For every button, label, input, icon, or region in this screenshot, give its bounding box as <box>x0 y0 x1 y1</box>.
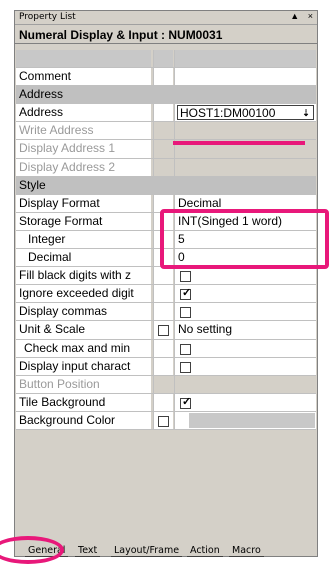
address-field[interactable]: HOST1:DM00100 ⇣ <box>177 105 314 121</box>
property-value[interactable] <box>174 267 316 285</box>
object-title: Numeral Display & Input : NUM0031 <box>19 28 223 42</box>
address-picker-icon[interactable]: ⇣ <box>300 107 312 119</box>
property-row: Write Address <box>16 122 316 141</box>
property-toggle-cell <box>153 140 173 158</box>
property-value[interactable]: ✓ <box>174 393 316 411</box>
property-value <box>174 122 316 140</box>
property-name: Display input charact <box>16 357 151 375</box>
property-name: Style <box>16 176 316 194</box>
pin-icon[interactable]: ▲ <box>290 11 299 21</box>
property-row[interactable]: Background Color <box>16 411 316 430</box>
tab-macro[interactable]: Macro <box>229 544 264 557</box>
property-list-panel: Property List ▲ × Numeral Display & Inpu… <box>14 10 318 557</box>
section-header: Style <box>16 176 316 195</box>
property-value[interactable] <box>174 339 316 357</box>
property-row[interactable]: Tile Background ✓ <box>16 393 316 412</box>
property-name: Write Address <box>16 122 151 140</box>
property-toggle-cell[interactable] <box>153 411 173 429</box>
property-row: Display Address 2 <box>16 158 316 177</box>
property-toggle-cell <box>153 158 173 176</box>
property-toggle-cell <box>153 68 173 86</box>
property-row[interactable]: Unit & Scale No setting <box>16 321 316 340</box>
property-row[interactable]: Ignore exceeded digit ✓ <box>16 285 316 304</box>
property-toggle-cell <box>153 303 173 321</box>
address-value: HOST1:DM00100 <box>180 106 276 121</box>
panel-title: Property List <box>19 12 76 22</box>
property-name: Decimal <box>16 249 151 267</box>
property-value <box>174 50 316 68</box>
property-name: Comment <box>16 68 151 86</box>
property-name: Background Color <box>16 411 151 429</box>
highlight-box <box>160 209 329 269</box>
property-value[interactable] <box>174 68 316 86</box>
property-toggle-cell <box>153 267 173 285</box>
property-row[interactable]: Display input charact <box>16 357 316 376</box>
property-checkbox[interactable]: ✓ <box>180 395 192 409</box>
property-checkbox[interactable] <box>180 361 191 373</box>
property-value[interactable] <box>174 357 316 375</box>
value-text: No setting <box>178 322 233 337</box>
property-name: Check max and min <box>16 339 151 357</box>
property-row[interactable]: Display commas <box>16 303 316 322</box>
property-row[interactable]: Address HOST1:DM00100 ⇣ <box>16 104 316 123</box>
object-header: Numeral Display & Input : NUM0031 <box>15 26 317 44</box>
property-value <box>174 375 316 393</box>
property-toggle-cell[interactable] <box>153 321 173 339</box>
property-name: Display Address 1 <box>16 140 151 158</box>
property-toggle-cell <box>153 393 173 411</box>
property-name: Unit & Scale <box>16 321 151 339</box>
highlight-underline <box>173 141 305 145</box>
property-list-titlebar: Property List ▲ × <box>15 11 317 25</box>
row-enable-checkbox[interactable] <box>158 415 169 427</box>
property-name: Integer <box>16 230 151 249</box>
close-icon[interactable]: × <box>308 11 313 21</box>
highlight-ellipse <box>0 536 64 564</box>
property-name: Storage Format <box>16 212 151 230</box>
property-row <box>16 50 316 69</box>
property-value[interactable] <box>174 303 316 321</box>
property-checkbox[interactable] <box>180 343 191 355</box>
tab-layout-frame[interactable]: Layout/Frame <box>111 544 183 557</box>
section-header: Address <box>16 86 316 105</box>
property-name: Address <box>16 104 151 122</box>
property-row[interactable]: Comment <box>16 68 316 87</box>
check-icon: ✓ <box>182 287 192 300</box>
property-checkbox[interactable] <box>180 307 191 319</box>
property-name <box>16 50 151 68</box>
property-checkbox[interactable] <box>180 271 191 283</box>
color-swatch[interactable] <box>189 412 315 428</box>
property-name: Button Position <box>16 375 151 393</box>
tab-action[interactable]: Action <box>187 544 223 557</box>
row-enable-checkbox[interactable] <box>158 325 169 337</box>
property-value[interactable]: No setting <box>174 321 316 339</box>
property-row: Button Position <box>16 375 316 394</box>
property-toggle-cell <box>153 285 173 303</box>
property-checkbox[interactable]: ✓ <box>180 287 192 301</box>
property-toggle-cell <box>153 122 173 140</box>
property-name: Tile Background <box>16 393 151 411</box>
property-value[interactable]: HOST1:DM00100 ⇣ <box>174 104 316 122</box>
grid-empty-area <box>16 480 316 542</box>
property-toggle-cell <box>153 375 173 393</box>
property-name: Display Address 2 <box>16 158 151 176</box>
property-row[interactable]: Check max and min <box>16 339 316 358</box>
tab-text[interactable]: Text <box>75 544 101 557</box>
property-toggle-cell <box>153 339 173 357</box>
property-toggle-cell <box>153 357 173 375</box>
property-value[interactable] <box>174 411 316 429</box>
property-name: Address <box>16 86 316 104</box>
check-icon: ✓ <box>182 395 192 408</box>
property-name: Ignore exceeded digit <box>16 285 151 303</box>
property-name: Display Format <box>16 194 151 212</box>
property-value[interactable]: ✓ <box>174 285 316 303</box>
value-text: Decimal <box>178 195 222 210</box>
property-value <box>174 158 316 176</box>
property-toggle-cell <box>153 104 173 122</box>
property-row[interactable]: Fill black digits with z <box>16 267 316 286</box>
property-toggle-cell <box>153 50 173 68</box>
property-name: Fill black digits with z <box>16 267 151 285</box>
property-name: Display commas <box>16 303 151 321</box>
